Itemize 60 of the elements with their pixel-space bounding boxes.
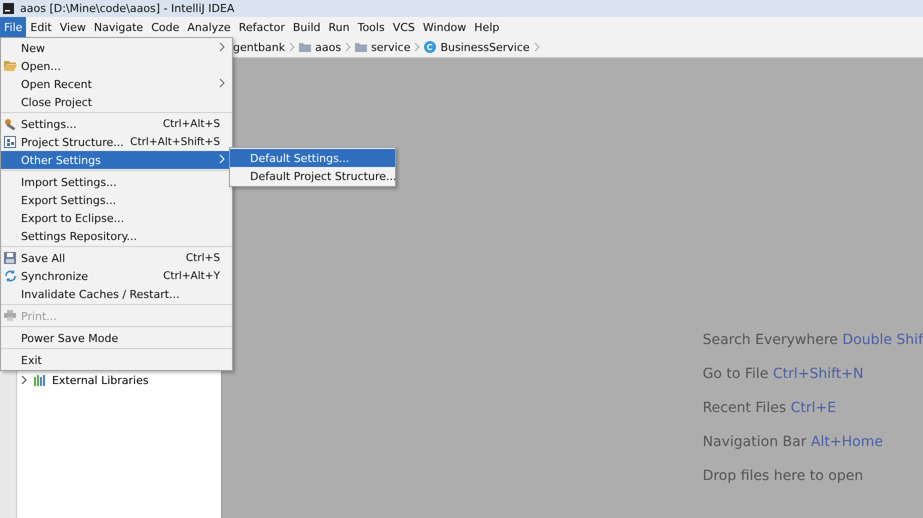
editor-hint: Recent Files Ctrl+E	[702, 400, 838, 418]
menu-bar-item[interactable]: Run	[324, 17, 354, 37]
menu-bar-item[interactable]: View	[56, 17, 90, 37]
chevron-icon	[414, 42, 420, 52]
menu-bar-item[interactable]: Edit	[26, 17, 56, 37]
breadcrumb-item[interactable]: aaos	[315, 40, 342, 54]
menu-item[interactable]: Synchronize Ctrl+Alt+Y	[1, 267, 232, 285]
menu-item[interactable]: Export Settings...	[1, 191, 232, 209]
tree-item[interactable]: External Libraries	[52, 374, 149, 386]
menu-item[interactable]: Settings Repository...	[1, 227, 232, 245]
menu-bar-item[interactable]: File	[0, 17, 26, 37]
menu-item[interactable]: Exit	[1, 351, 232, 369]
folder-icon	[355, 42, 368, 52]
menu-bar-item[interactable]: VCS	[388, 17, 419, 37]
menu-bar-item[interactable]: Code	[147, 17, 184, 37]
menu-item[interactable]: Open Recent	[1, 75, 232, 93]
chevron-icon	[345, 42, 352, 52]
menu-bar-item[interactable]: Refactor	[234, 17, 289, 37]
menu-item[interactable]: Project Structure... Ctrl+Alt+Shift+S	[1, 133, 232, 151]
menu-item[interactable]: Default Settings...	[230, 149, 395, 167]
menu-bar-item[interactable]: Analyze	[183, 17, 235, 37]
menu-bar-item[interactable]: Navigate	[90, 17, 148, 37]
folder-icon	[299, 42, 312, 52]
menu-item[interactable]: Import Settings...	[1, 173, 232, 191]
window-title: aaos [D:\Mine\code\aaos] - IntelliJ IDEA	[20, 2, 234, 15]
menu-item[interactable]: Default Project Structure...	[230, 167, 395, 185]
chevron-icon	[534, 42, 540, 52]
menu-bar-item[interactable]: Tools	[354, 17, 389, 37]
editor-hint: Search Everywhere Double Shif	[702, 332, 923, 350]
chevron-icon	[219, 154, 225, 164]
menu-item[interactable]: Settings... Ctrl+Alt+S	[1, 115, 232, 133]
project-structure-icon	[4, 136, 16, 148]
save-icon	[4, 252, 16, 264]
editor-hint: Go to File Ctrl+Shift+N	[702, 366, 864, 384]
chevron-icon	[219, 78, 225, 88]
breadcrumb-item[interactable]: gentbank	[233, 40, 286, 54]
editor-hint: Navigation Bar Alt+Home	[702, 434, 884, 452]
class-icon	[424, 41, 436, 53]
chevron-icon	[289, 42, 296, 52]
menu-item[interactable]: New	[1, 39, 232, 57]
menu-bar-item[interactable]: Help	[470, 17, 504, 37]
editor-hint: Drop files here to open	[702, 468, 864, 486]
breadcrumb-item[interactable]: BusinessService	[440, 40, 530, 54]
breadcrumb-item[interactable]: service	[371, 40, 410, 54]
folder-icon	[4, 60, 17, 71]
printer-icon	[4, 310, 16, 321]
menu-bar-item[interactable]: Window	[418, 17, 470, 37]
menu-item[interactable]: Close Project	[1, 93, 232, 111]
menu-item[interactable]: Invalidate Caches / Restart...	[1, 285, 232, 303]
wrench-icon	[4, 118, 17, 130]
menu-item[interactable]: Export to Eclipse...	[1, 209, 232, 227]
library-icon	[34, 374, 46, 386]
app-logo-icon	[3, 3, 14, 14]
menu-item[interactable]: Open...	[1, 57, 232, 75]
menu-item[interactable]: Save All Ctrl+S	[1, 249, 232, 267]
menu-item[interactable]: Other Settings	[1, 151, 232, 169]
sync-icon	[4, 270, 17, 282]
menu-item[interactable]: Power Save Mode	[1, 329, 232, 347]
chevron-icon	[219, 42, 225, 52]
menu-bar-item[interactable]: Build	[288, 17, 324, 37]
